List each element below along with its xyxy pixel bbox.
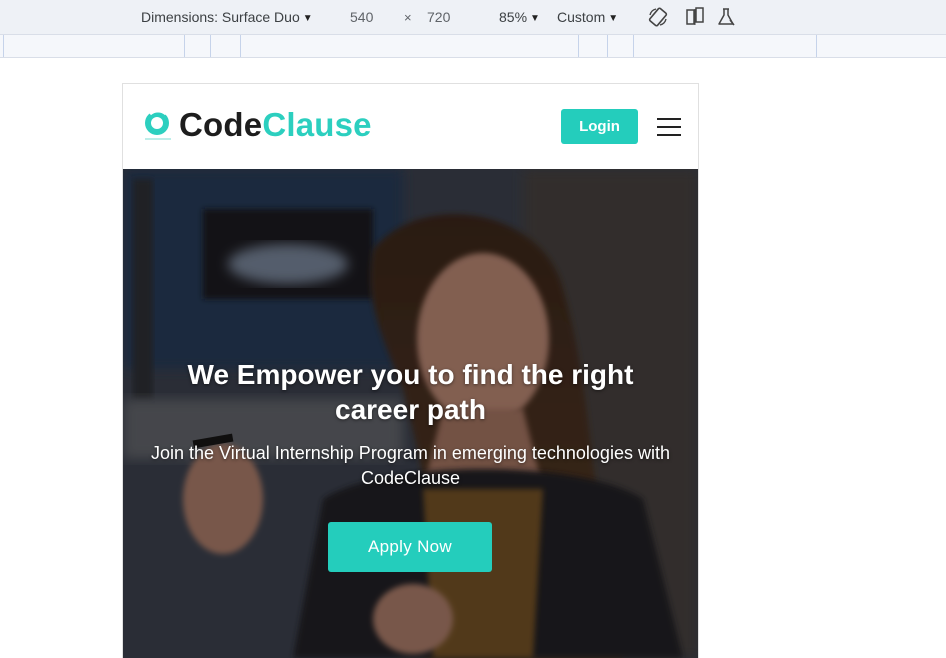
hero-section: We Empower you to find the right career …: [123, 169, 698, 658]
hero-subtitle: Join the Virtual Internship Program in e…: [151, 443, 670, 488]
width-input[interactable]: 540: [350, 8, 373, 26]
logo-code-text: Code: [179, 106, 263, 143]
times-separator: ×: [404, 10, 412, 25]
login-button[interactable]: Login: [561, 109, 638, 144]
throttle-label: Custom: [557, 9, 606, 25]
zoom-dropdown[interactable]: 85% ▼: [499, 8, 540, 28]
sensors-flask-icon[interactable]: [715, 6, 737, 28]
hamburger-menu-icon[interactable]: [657, 117, 681, 137]
height-input[interactable]: 720: [427, 8, 450, 26]
caret-down-icon: ▼: [530, 13, 540, 24]
throttle-dropdown[interactable]: Custom ▼: [557, 8, 618, 28]
dimensions-label: Dimensions: Surface Duo: [141, 9, 300, 25]
rotate-icon[interactable]: [647, 6, 669, 28]
site-header: CodeClause Login: [123, 84, 698, 169]
logo-clause-text: Clause: [262, 106, 372, 143]
zoom-label: 85%: [499, 9, 528, 25]
device-viewport: CodeClause Login We Empower you to find …: [122, 83, 699, 658]
dimensions-dropdown[interactable]: Dimensions: Surface Duo ▼: [141, 8, 313, 28]
codeclause-logo-icon[interactable]: [142, 108, 174, 144]
caret-down-icon: ▼: [608, 13, 619, 24]
site-logo[interactable]: CodeClause: [179, 106, 372, 144]
hero-title: We Empower you to find the right career …: [187, 359, 634, 425]
dual-screen-icon[interactable]: [684, 6, 706, 28]
caret-down-icon: ▼: [302, 13, 313, 24]
media-query-ruler[interactable]: [0, 35, 946, 58]
device-toolbar: Dimensions: Surface Duo ▼ 540 × 720 85% ▼ …: [0, 0, 946, 35]
apply-now-button[interactable]: Apply Now: [328, 522, 492, 572]
